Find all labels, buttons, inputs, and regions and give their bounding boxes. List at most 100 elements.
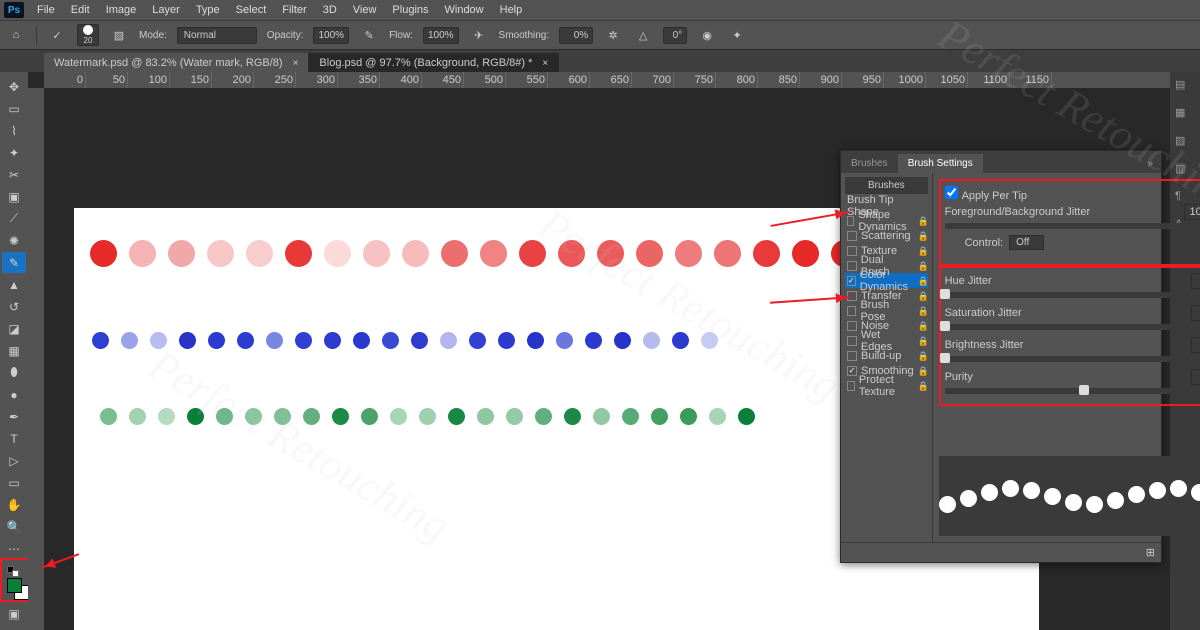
brush-option-color-dynamics[interactable]: ✓Color Dynamics🔒 [845, 273, 928, 288]
checkbox-icon[interactable] [847, 336, 857, 346]
checkbox-icon[interactable]: ✓ [847, 276, 856, 286]
history-panel-icon[interactable]: ▨ [1175, 134, 1195, 152]
brush-option-protect-texture[interactable]: Protect Texture🔒 [845, 378, 928, 393]
airbrush-icon[interactable]: ✈ [469, 26, 489, 44]
lock-icon[interactable]: 🔒 [918, 306, 928, 316]
sat-jitter-slider[interactable] [945, 324, 1200, 330]
opacity-value[interactable]: 100% [313, 27, 349, 44]
frame-tool[interactable]: ▣ [2, 186, 26, 207]
tab-brushes[interactable]: Brushes [841, 154, 898, 173]
brushes-button[interactable]: Brushes [845, 177, 928, 194]
fg-bg-jitter-value[interactable]: 100% [1184, 204, 1200, 220]
hand-tool[interactable]: ✋ [2, 494, 26, 515]
checkbox-icon[interactable] [847, 321, 857, 331]
checkbox-icon[interactable] [847, 381, 855, 391]
close-icon[interactable]: × [542, 58, 548, 69]
eraser-tool[interactable]: ◪ [2, 318, 26, 339]
opacity-pressure-icon[interactable]: ✎ [359, 26, 379, 44]
doc-tab-watermark[interactable]: Watermark.psd @ 83.2% (Water mark, RGB/8… [44, 53, 309, 72]
bri-jitter-value[interactable]: 0% [1191, 337, 1200, 353]
symmetry-icon[interactable]: ✦ [727, 26, 747, 44]
menu-view[interactable]: View [346, 2, 384, 18]
marquee-tool[interactable]: ▭ [2, 98, 26, 119]
lock-icon[interactable]: 🔒 [918, 216, 928, 226]
lock-icon[interactable]: 🔒 [918, 381, 928, 391]
hue-jitter-slider[interactable] [945, 292, 1200, 298]
brush-panel-toggle-icon[interactable]: ▨ [109, 26, 129, 44]
lasso-tool[interactable]: ⌇ [2, 120, 26, 141]
gradient-tool[interactable]: ▦ [2, 340, 26, 361]
foreground-color[interactable] [7, 578, 22, 593]
home-icon[interactable]: ⌂ [6, 26, 26, 44]
lock-icon[interactable]: 🔒 [918, 321, 928, 331]
purity-value[interactable]: 0% [1191, 369, 1200, 385]
menu-plugins[interactable]: Plugins [385, 2, 435, 18]
brush-option-wet-edges[interactable]: Wet Edges🔒 [845, 333, 928, 348]
menu-filter[interactable]: Filter [275, 2, 313, 18]
sat-jitter-value[interactable]: 0% [1191, 305, 1200, 321]
lock-icon[interactable]: 🔒 [918, 336, 928, 346]
blend-mode-select[interactable]: Normal [177, 27, 257, 44]
bri-jitter-slider[interactable] [945, 356, 1200, 362]
lock-icon[interactable]: 🔒 [918, 366, 928, 376]
checkbox-icon[interactable] [847, 231, 857, 241]
angle-value[interactable]: 0° [663, 27, 687, 44]
lock-icon[interactable]: 🔒 [918, 276, 928, 286]
menu-file[interactable]: File [30, 2, 62, 18]
close-icon[interactable]: × [293, 58, 299, 69]
lock-icon[interactable]: 🔒 [918, 261, 928, 271]
checkbox-icon[interactable] [847, 306, 856, 316]
menu-help[interactable]: Help [493, 2, 530, 18]
menu-type[interactable]: Type [189, 2, 227, 18]
brush-option-build-up[interactable]: Build-up🔒 [845, 348, 928, 363]
menu-3d[interactable]: 3D [316, 2, 344, 18]
new-preset-icon[interactable]: ⊞ [1146, 546, 1155, 559]
dodge-tool[interactable]: ● [2, 384, 26, 405]
lock-icon[interactable]: 🔒 [918, 291, 928, 301]
checkbox-icon[interactable]: ✓ [847, 366, 857, 376]
checkbox-icon[interactable] [847, 261, 857, 271]
angle-icon[interactable]: △ [633, 26, 653, 44]
zoom-tool[interactable]: 🔍 [2, 516, 26, 537]
menu-image[interactable]: Image [99, 2, 144, 18]
control-select[interactable]: Off [1009, 235, 1044, 250]
shape-tool[interactable]: ▭ [2, 472, 26, 493]
color-panel-icon[interactable]: ▤ [1175, 78, 1195, 96]
path-tool[interactable]: ▷ [2, 450, 26, 471]
history-brush-tool[interactable]: ↺ [2, 296, 26, 317]
more-tools[interactable]: ⋯ [2, 538, 26, 559]
healing-tool[interactable]: ✺ [2, 230, 26, 251]
pen-tool[interactable]: ✒ [2, 406, 26, 427]
tab-brush-settings[interactable]: Brush Settings [898, 154, 983, 173]
pressure-size-icon[interactable]: ◉ [697, 26, 717, 44]
brush-tool-icon[interactable]: ✓ [47, 26, 67, 44]
doc-tab-blog[interactable]: Blog.psd @ 97.7% (Background, RGB/8#) *× [309, 53, 559, 72]
menu-window[interactable]: Window [438, 2, 491, 18]
menu-layer[interactable]: Layer [145, 2, 187, 18]
menu-select[interactable]: Select [229, 2, 274, 18]
screen-mode[interactable]: ▣ [2, 603, 26, 624]
stamp-tool[interactable]: ▲ [2, 274, 26, 295]
lock-icon[interactable]: 🔒 [918, 246, 928, 256]
menu-edit[interactable]: Edit [64, 2, 97, 18]
type-tool[interactable]: T [2, 428, 26, 449]
smoothing-value[interactable]: 0% [559, 27, 593, 44]
brush-preset-picker[interactable]: 20 [77, 24, 99, 46]
blur-tool[interactable]: ⬮ [2, 362, 26, 383]
swatches-panel-icon[interactable]: ▦ [1175, 106, 1195, 124]
lock-icon[interactable]: 🔒 [918, 351, 928, 361]
purity-slider[interactable] [945, 388, 1200, 394]
checkbox-icon[interactable] [847, 351, 857, 361]
crop-tool[interactable]: ✂ [2, 164, 26, 185]
lock-icon[interactable]: 🔒 [918, 231, 928, 241]
brush-option-brush-pose[interactable]: Brush Pose🔒 [845, 303, 928, 318]
hue-jitter-value[interactable]: 0% [1191, 273, 1200, 289]
brush-tool[interactable]: ✎ [2, 252, 26, 273]
collapse-panel-icon[interactable]: » [1139, 154, 1161, 173]
move-tool[interactable]: ✥ [2, 76, 26, 97]
checkbox-icon[interactable] [847, 246, 857, 256]
swap-colors-icon[interactable] [12, 570, 19, 577]
smoothing-options-icon[interactable]: ✲ [603, 26, 623, 44]
apply-per-tip-checkbox[interactable] [945, 186, 958, 199]
eyedropper-tool[interactable]: ⟋ [2, 208, 26, 229]
